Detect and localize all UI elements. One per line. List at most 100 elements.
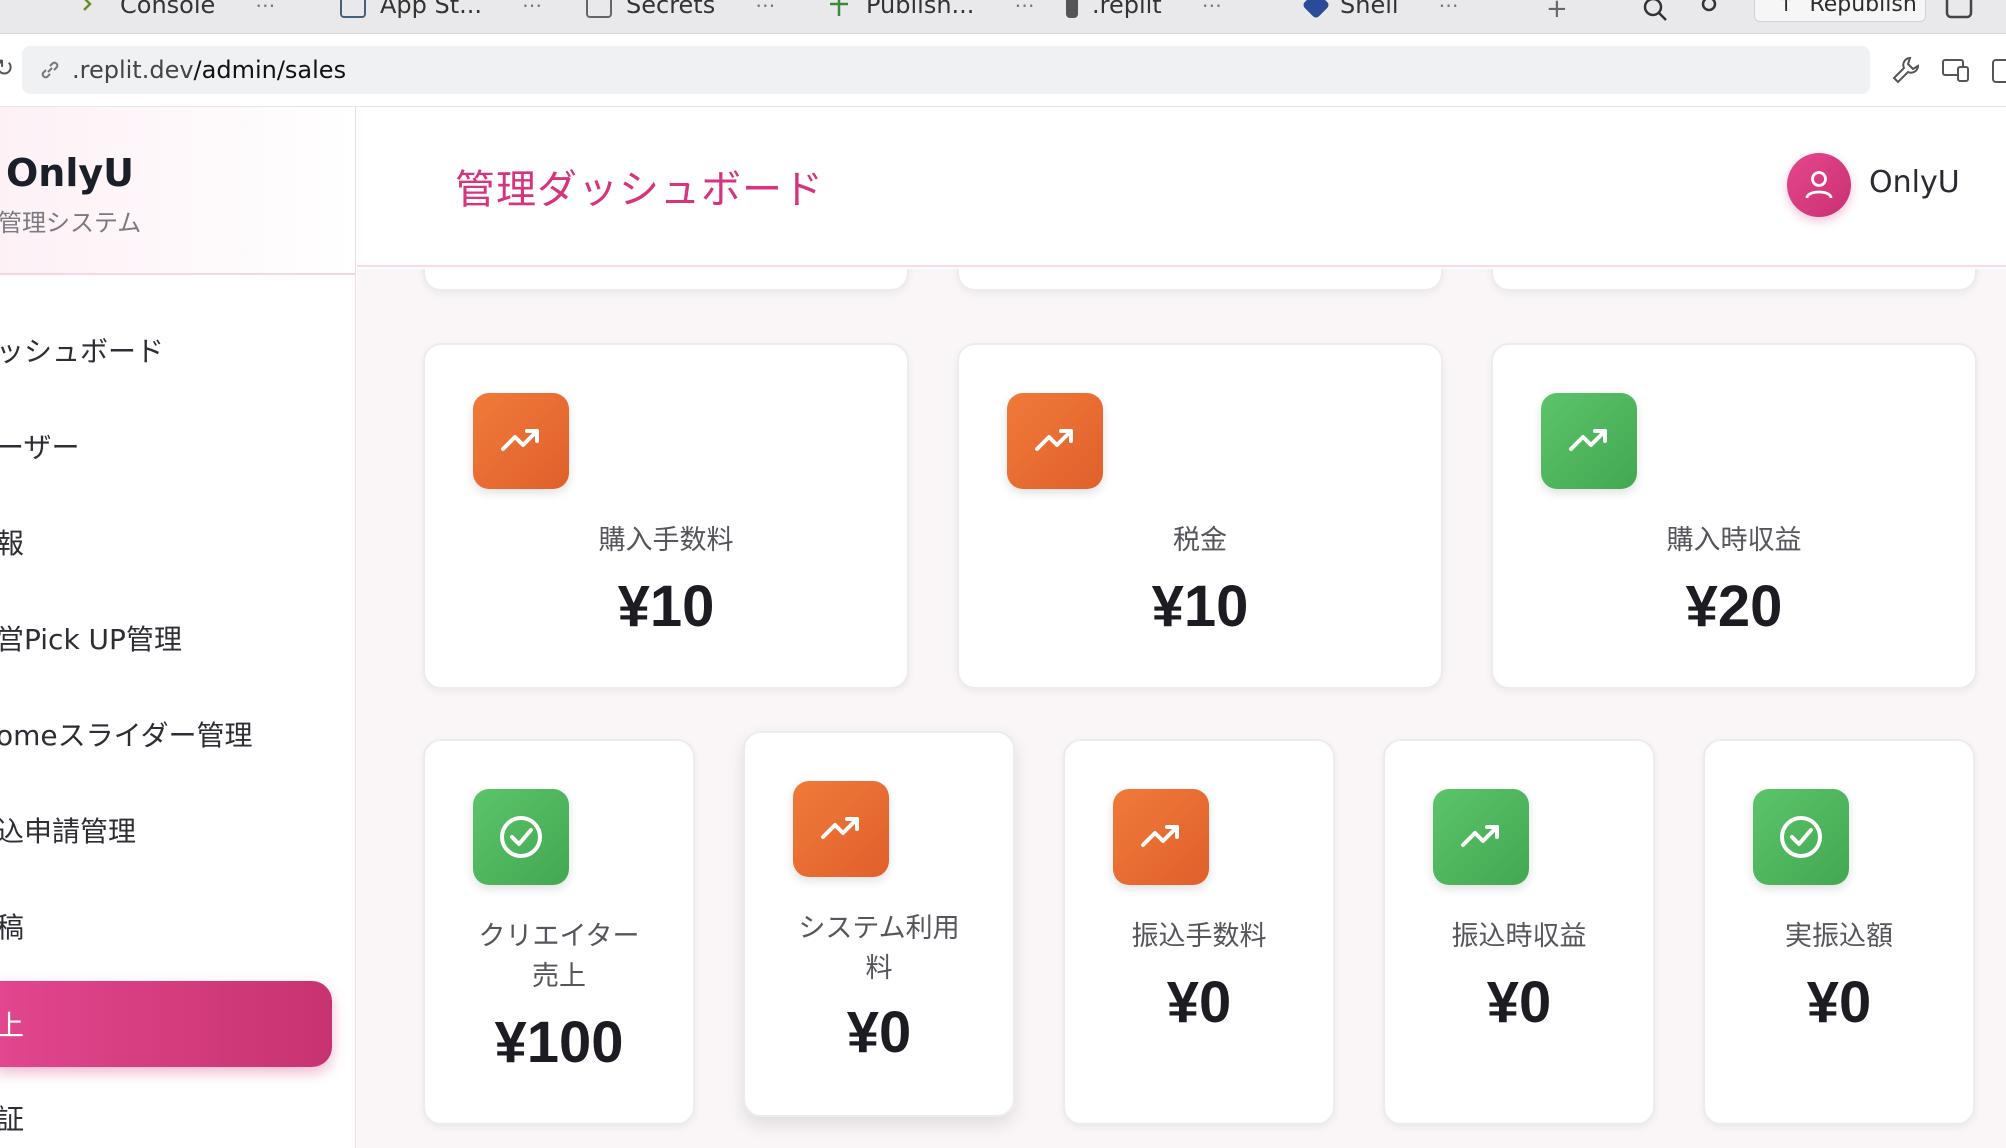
tab-label: Shell xyxy=(1340,0,1399,19)
tab-label: Secrets xyxy=(626,0,716,19)
stat-label-line2: 料 xyxy=(865,953,893,984)
stat-card-partial xyxy=(957,269,1443,291)
stat-label-line1: システム利用 xyxy=(798,913,960,944)
url-host: .replit.dev xyxy=(72,56,194,84)
devices-icon[interactable] xyxy=(1940,54,1972,86)
stat-card-system-fee: システム利用 料 ¥0 xyxy=(743,731,1015,1117)
stat-value: ¥10 xyxy=(617,574,715,639)
url-path: /admin/sales xyxy=(193,56,347,84)
external-link-icon[interactable] xyxy=(1990,54,2006,86)
address-bar: ↻ .replit.dev/admin/sales xyxy=(0,34,2006,107)
sidebar-item-verification[interactable]: 証 xyxy=(0,1075,24,1148)
stat-label-line1: 実振込額 xyxy=(1785,921,1893,952)
sidebar-item-transfer-requests[interactable]: 込申請管理 xyxy=(0,787,136,873)
main-content: 購入手数料 ¥10 税金 ¥10 購入時収益 ¥20 クリエイター 売上 ¥10… xyxy=(357,269,2006,1148)
tab-shell[interactable]: Shell ⋯ xyxy=(1301,0,1459,24)
trending-up-icon xyxy=(473,393,569,489)
stat-value: ¥0 xyxy=(846,1000,912,1065)
trending-up-icon xyxy=(1113,789,1209,885)
stat-value: ¥10 xyxy=(1151,574,1249,639)
brand-block: OnlyU 管理システム xyxy=(0,107,355,275)
republish-label: Republish xyxy=(1809,0,1917,17)
stat-card-transfer-profit: 振込時収益 ¥0 xyxy=(1383,739,1655,1125)
stat-label-line2: 売上 xyxy=(532,961,586,992)
stat-label: 税金 xyxy=(1173,525,1227,556)
stat-card-purchase-profit: 購入時収益 ¥20 xyxy=(1491,343,1977,689)
brand-subtitle: 管理システム xyxy=(0,209,142,237)
stat-card-transfer-fee: 振込手数料 ¥0 xyxy=(1063,739,1335,1125)
tab-console[interactable]: Console ⋯ xyxy=(80,0,275,24)
trending-up-icon xyxy=(1433,789,1529,885)
browser-tab-strip: Console ⋯ App St... ⋯ Secrets ⋯ Publish.… xyxy=(0,0,2006,34)
sidebar-item-label: 証 xyxy=(0,1103,25,1136)
wrench-icon[interactable] xyxy=(1890,54,1922,86)
sidebar-item-home-slider[interactable]: omeスライダー管理 xyxy=(0,691,253,777)
console-icon xyxy=(80,0,106,18)
stat-value: ¥100 xyxy=(494,1010,624,1075)
close-icon[interactable]: ⋯ xyxy=(255,0,275,17)
trending-up-icon xyxy=(793,781,889,877)
stat-label-line1: 振込時収益 xyxy=(1451,921,1587,952)
user-add-icon[interactable] xyxy=(1696,0,1726,24)
stat-card-creator-sales: クリエイター 売上 ¥100 xyxy=(423,739,695,1125)
stat-value: ¥0 xyxy=(1486,970,1552,1035)
stat-label: 購入時収益 xyxy=(1666,525,1802,556)
stat-card-tax: 税金 ¥10 xyxy=(957,343,1443,689)
stat-value: ¥20 xyxy=(1685,574,1783,639)
tab-label: App St... xyxy=(380,0,483,19)
sidebar-item-users[interactable]: ーザー xyxy=(0,403,79,489)
close-icon[interactable]: ⋯ xyxy=(1439,0,1459,17)
stat-card-actual-transfer: 実振込額 ¥0 xyxy=(1703,739,1975,1125)
page-title: 管理ダッシュボード xyxy=(455,167,824,213)
publish-icon xyxy=(826,0,852,18)
tab-label: Publish... xyxy=(866,0,975,19)
stat-value: ¥0 xyxy=(1806,970,1872,1035)
close-icon[interactable]: ⋯ xyxy=(1014,0,1034,17)
storage-icon xyxy=(340,0,366,18)
trending-up-icon xyxy=(1007,393,1103,489)
stat-label-line1: クリエイター xyxy=(478,921,640,952)
sidebar-item-label: 報 xyxy=(0,527,25,560)
tab-label: .replit xyxy=(1092,0,1162,19)
sidebar-item-label: omeスライダー管理 xyxy=(0,719,253,752)
sidebar-item-pickup[interactable]: 営Pick UP管理 xyxy=(0,595,182,681)
tab-replit-file[interactable]: .replit ⋯ xyxy=(1066,0,1222,24)
stat-card-partial xyxy=(1491,269,1977,291)
avatar[interactable] xyxy=(1787,153,1851,217)
close-icon[interactable]: ⋯ xyxy=(755,0,775,17)
refresh-icon[interactable]: ↻ xyxy=(0,54,14,82)
close-icon[interactable]: ⋯ xyxy=(522,0,542,17)
sidebar-item-reports[interactable]: 報 xyxy=(0,499,24,585)
user-name[interactable]: OnlyU xyxy=(1869,165,1960,200)
new-tab-icon[interactable]: + xyxy=(1546,0,1576,24)
lock-icon xyxy=(586,0,612,18)
search-icon[interactable] xyxy=(1640,0,1670,24)
tab-secrets[interactable]: Secrets ⋯ xyxy=(586,0,775,24)
sidebar: OnlyU 管理システム ッシュボード ーザー 報 営Pick UP管理 ome… xyxy=(0,107,356,1148)
trending-up-icon xyxy=(1541,393,1637,489)
republish-button[interactable]: ↑ Republish xyxy=(1754,0,1926,22)
window-icon[interactable] xyxy=(1944,0,1974,22)
tab-publishing[interactable]: Publish... ⋯ xyxy=(826,0,1034,24)
sidebar-item-sales[interactable]: 上 xyxy=(0,981,332,1067)
link-icon xyxy=(41,61,59,79)
sidebar-item-label: 上 xyxy=(0,1009,25,1042)
tab-app-storage[interactable]: App St... ⋯ xyxy=(340,0,542,24)
shell-icon xyxy=(1301,0,1331,20)
sidebar-item-label: ーザー xyxy=(0,431,80,464)
tab-label: Console xyxy=(120,0,216,19)
stat-value: ¥0 xyxy=(1166,970,1232,1035)
sidebar-item-label: ッシュボード xyxy=(0,335,165,368)
stat-card-purchase-fee: 購入手数料 ¥10 xyxy=(423,343,909,689)
brand-name: OnlyU xyxy=(6,151,135,195)
close-icon[interactable]: ⋯ xyxy=(1202,0,1222,17)
stat-label-line1: 振込手数料 xyxy=(1131,921,1267,952)
sidebar-item-label: 込申請管理 xyxy=(0,815,137,848)
check-circle-icon xyxy=(1753,789,1849,885)
sidebar-item-dashboard[interactable]: ッシュボード xyxy=(0,307,164,393)
url-field[interactable]: .replit.dev/admin/sales xyxy=(22,46,1870,94)
check-circle-icon xyxy=(473,789,569,885)
sidebar-item-posts[interactable]: 稿 xyxy=(0,883,24,969)
page-header: 管理ダッシュボード OnlyU xyxy=(357,107,2006,267)
stat-label: 購入手数料 xyxy=(598,525,734,556)
